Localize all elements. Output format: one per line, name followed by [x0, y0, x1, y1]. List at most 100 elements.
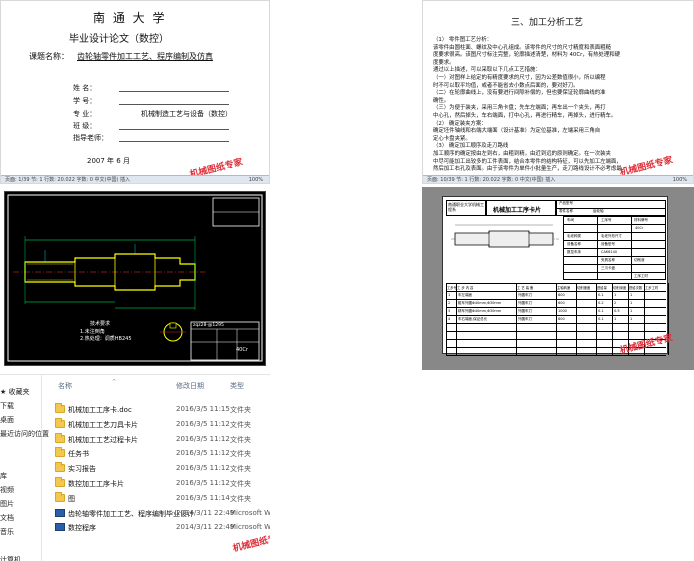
table-cell: 1: [448, 293, 451, 297]
nav-item[interactable]: 音乐: [0, 527, 14, 537]
table-header-cell: 进给次数: [629, 286, 643, 290]
nav-item[interactable]: 视频: [0, 485, 14, 495]
word-document-icon: [55, 523, 65, 532]
file-row[interactable]: 机械加工工艺刀具卡片 2016/3/5 11:12 文件夹: [55, 417, 270, 432]
thesis-date: 2007 年 6 月: [87, 157, 130, 165]
table-cell: 2: [614, 301, 617, 305]
file-type: 文件夹: [230, 480, 251, 488]
section-heading: 三、加工分析工艺: [511, 18, 584, 28]
table-cell: 1: [614, 317, 617, 321]
zoom-level[interactable]: 100%: [249, 176, 263, 183]
folder-icon: [55, 403, 65, 413]
column-header-name[interactable]: 名称: [58, 381, 72, 391]
table-header-cell: 切削速度: [577, 286, 591, 290]
table-cell: 800: [558, 293, 565, 297]
field-fixture-name: 夹具名称: [601, 258, 615, 262]
table-cell: 精车外圆Φ40mm,Φ30mm: [458, 309, 502, 313]
equipment-name-value: 数控车床: [567, 250, 581, 254]
file-date: 2016/3/5 11:12: [176, 434, 230, 443]
file-name: 机械加工工序卡.doc: [68, 406, 132, 414]
field-blank-type: 毛坯种类: [567, 234, 581, 238]
card-title: 机械加工工序卡片: [493, 207, 542, 214]
cad-drawing-view: 技术要求 1.未注倒角 2.热处理：调质HB245 zqz28-@1295 40…: [0, 187, 270, 370]
field-advisor-label: 指导老师：: [73, 134, 108, 142]
field-workshop: 车间: [567, 218, 574, 222]
table-cell: 外圆车刀: [518, 309, 532, 313]
process-card-view: 南通职业大学机械工程系 机械加工工序卡片 产品型号 零件名称 齿轮轴 车间 工序…: [422, 187, 694, 370]
file-row[interactable]: 图 2016/3/5 11:14 文件夹: [55, 491, 270, 506]
nav-item[interactable]: 最近访问的位置: [0, 429, 49, 439]
file-row[interactable]: 机械加工工序卡.doc 2016/3/5 11:15 文件夹: [55, 403, 270, 417]
nav-item[interactable]: 图片: [0, 499, 14, 509]
table-cell: 粗车外圆Φ40mm,Φ30mm: [458, 301, 502, 305]
field-process-time: 工序工时: [634, 274, 648, 278]
file-row[interactable]: 任务书 2016/3/5 11:12 文件夹: [55, 447, 270, 461]
navigation-pane: ★ 收藏夹下载桌面最近访问的位置库视频图片文档音乐计算机: [0, 375, 49, 561]
file-name: 机械加工工艺刀具卡片: [68, 420, 138, 429]
nav-item[interactable]: ★ 收藏夹: [0, 387, 30, 397]
nav-item[interactable]: 计算机: [0, 555, 21, 561]
sort-arrow-icon: ^: [112, 379, 117, 385]
analysis-line: 然后加工右孔及表面。由于该零件为单件小批量生产，走刀路线设计不必考虑最: [433, 166, 622, 173]
field-equipment-name: 设备名称: [567, 242, 581, 246]
word-status-bar: 页面: 10/39 节: 1 行数: 20.022 字数: 0 中文(中国) 插…: [423, 175, 693, 183]
field-major-label: 专 业：: [73, 110, 97, 118]
file-type: 文件夹: [230, 465, 251, 474]
field-id-label: 学 号：: [73, 97, 97, 105]
column-header-date[interactable]: 修改日期: [176, 381, 204, 391]
table-cell: 3: [448, 309, 451, 313]
table-cell: 1: [630, 293, 633, 297]
file-row[interactable]: 齿轮轴零件加工工艺、程序编制毕业设计 2014/3/11 22:49 Microso…: [55, 507, 270, 521]
zoom-level[interactable]: 100%: [673, 176, 687, 183]
field-blank-size: 毛坯外形尺寸: [601, 234, 622, 238]
nav-item[interactable]: 下载: [0, 401, 14, 411]
folder-icon: [55, 477, 65, 487]
tech-req-line-1: 1.未注倒角: [80, 329, 105, 335]
table-cell: 0.1: [598, 317, 604, 321]
tech-req-title: 技术要求: [90, 321, 111, 327]
tech-req-line-2: 2.热处理：调质HB245: [80, 336, 132, 342]
file-name: 实习报告: [68, 465, 96, 474]
file-row[interactable]: 数控加工工序卡片 2016/3/5 11:12 文件夹: [55, 477, 270, 491]
file-row[interactable]: 数控程序 2014/3/11 22:49Microsoft Wor: [55, 521, 270, 535]
file-row[interactable]: 机械加工工艺过程卡片 2016/3/5 11:12 文件夹: [55, 432, 270, 447]
field-equipment-model: 设备型号: [601, 242, 615, 246]
nav-item[interactable]: 桌面: [0, 415, 14, 425]
title-block-code: zqz28-@1295: [193, 323, 224, 328]
table-cell: 外圆车刀: [518, 293, 532, 297]
school-name: 南通职业大学机械工程系: [448, 202, 484, 212]
shaft-sketch: [451, 224, 559, 248]
field-class-label: 班 级：: [73, 122, 97, 130]
watermark-stamp: 机械图纸专家: [618, 333, 674, 357]
table-cell: 车右端面,保证总长: [458, 317, 488, 321]
file-row[interactable]: 实习报告 2016/3/5 11:12 文件夹: [55, 462, 270, 476]
table-cell: 2: [448, 301, 451, 305]
field-coolant: 切削液: [634, 258, 645, 262]
table-cell: 0.5: [614, 309, 620, 313]
thesis-subtitle: 毕业设计论文（数控）: [69, 34, 169, 45]
table-cell: 600: [558, 301, 565, 305]
table-cell: 800: [558, 317, 565, 321]
table-cell: 0.1: [598, 293, 604, 297]
nav-item[interactable]: 文档: [0, 513, 14, 523]
file-type: Microsoft Wor: [230, 508, 270, 517]
status-text: 页面: 10/39 节: 1 行数: 20.022 字数: 0 中文(中国) 插…: [427, 177, 556, 183]
equipment-model-value: CAK6140: [601, 250, 618, 254]
table-header-cell: 工步号: [447, 286, 457, 290]
nav-item[interactable]: 库: [0, 471, 7, 481]
file-date: 2016/3/5 11:15: [176, 405, 230, 413]
field-process-no: 工序号: [601, 218, 612, 222]
folder-icon: [55, 432, 65, 443]
topic-value: 齿轮轴零件加工工艺、程序编制及仿真: [77, 52, 213, 61]
material-value: 40Cr: [635, 226, 644, 230]
cad-canvas[interactable]: [4, 191, 266, 366]
word-document-icon: [55, 508, 65, 517]
table-header-cell: 工步工时: [645, 286, 659, 290]
column-header-type[interactable]: 类型: [230, 381, 244, 391]
folder-icon: [55, 462, 65, 473]
table-cell: 1000: [558, 309, 567, 313]
folder-icon: [55, 447, 65, 458]
file-type: 文件夹: [230, 450, 251, 459]
file-date: 2014/3/11 22:49: [176, 508, 235, 517]
table-cell: 4: [448, 317, 451, 321]
